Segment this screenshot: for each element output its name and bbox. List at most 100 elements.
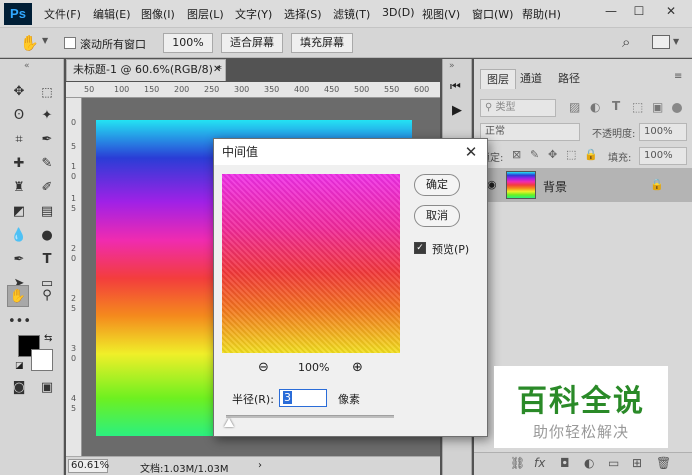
quick-mask-icon[interactable]: ◙ (8, 377, 30, 399)
dodge-tool-icon[interactable]: ● (36, 225, 58, 247)
menu-help[interactable]: 帮助(H) (522, 6, 561, 22)
crop-tool-icon[interactable]: ⌗ (8, 129, 30, 151)
filter-adjust-icon[interactable]: ◐ (590, 100, 600, 114)
search-icon[interactable]: ⌕ (622, 33, 630, 51)
radius-slider-track[interactable] (226, 415, 394, 418)
menu-edit[interactable]: 编辑(E) (93, 6, 131, 22)
ruler-tick: 4 (71, 394, 77, 403)
filter-preview[interactable] (222, 174, 400, 353)
lock-transparent-icon[interactable]: ⊠ (512, 148, 521, 161)
blend-mode-select[interactable]: 正常 (480, 123, 580, 141)
screen-mode-icon[interactable]: ▣ (36, 377, 58, 399)
close-window-button[interactable]: ✕ (656, 0, 686, 22)
hand-tool-icon[interactable]: ✋ (20, 34, 39, 52)
tool-preset-chevron-icon[interactable]: ▼ (42, 36, 48, 45)
dialog-titlebar[interactable]: 中间值 ✕ (214, 139, 487, 165)
menu-3d[interactable]: 3D(D) (382, 6, 415, 19)
filter-toggle-icon[interactable] (672, 103, 682, 113)
hand-tool-active-icon[interactable]: ✋ (7, 285, 29, 307)
tab-layers[interactable]: 图层 (480, 69, 516, 89)
gradient-tool-icon[interactable]: ▤ (36, 201, 58, 223)
brush-tool-icon[interactable]: ✎ (36, 153, 58, 175)
layer-visibility-icon[interactable]: ◉ (487, 178, 497, 191)
opacity-field[interactable]: 100% (639, 123, 687, 141)
filter-shape-icon[interactable]: ⬚ (632, 100, 643, 114)
fill-field[interactable]: 100% (639, 147, 687, 165)
ok-button[interactable]: 确定 (414, 174, 460, 196)
type-tool-icon[interactable]: T (36, 249, 58, 271)
pen-tool-icon[interactable]: ✒ (8, 249, 30, 271)
background-color-swatch[interactable] (31, 349, 53, 371)
panel-menu-icon[interactable]: ≡ (674, 71, 682, 82)
clone-stamp-tool-icon[interactable]: ♜ (8, 177, 30, 199)
close-icon[interactable]: ✕ (461, 142, 481, 162)
history-panel-icon[interactable]: ⏮ (450, 79, 461, 94)
document-tab[interactable]: 未标题-1 @ 60.6%(RGB/8) * ✕ (66, 59, 226, 81)
filter-smart-icon[interactable]: ▣ (652, 100, 663, 114)
menu-filter[interactable]: 滤镜(T) (333, 6, 370, 22)
minimize-button[interactable]: — (598, 0, 624, 22)
zoom-out-icon[interactable]: ⊖ (258, 360, 269, 375)
zoom-status-field[interactable]: 60.61% (68, 459, 109, 473)
more-tools-icon[interactable]: ••• (8, 311, 31, 333)
workspace-chevron-icon[interactable]: ▼ (673, 37, 679, 46)
tab-channels[interactable]: 通道 (514, 69, 548, 89)
layer-thumbnail[interactable] (506, 171, 536, 199)
actions-panel-icon[interactable]: ▶ (452, 103, 462, 118)
close-document-icon[interactable]: ✕ (213, 60, 221, 80)
radius-slider-handle[interactable] (224, 418, 235, 427)
new-layer-icon[interactable]: ⊞ (632, 456, 642, 470)
default-colors-icon[interactable]: ◪ (15, 361, 24, 371)
strip-collapse-icon[interactable]: » (449, 61, 455, 71)
link-icon[interactable]: ⛓ (510, 456, 525, 470)
layer-style-icon[interactable]: fx (534, 456, 545, 470)
ruler-tick: 2 (71, 294, 77, 303)
layer-name[interactable]: 背景 (543, 178, 567, 195)
menu-window[interactable]: 窗口(W) (472, 6, 513, 22)
fill-screen-button[interactable]: 填充屏幕 (291, 33, 353, 53)
marquee-tool-icon[interactable]: ⬚ (36, 81, 58, 103)
history-brush-tool-icon[interactable]: ✐ (36, 177, 58, 199)
menu-image[interactable]: 图像(I) (141, 6, 175, 22)
filter-pixel-icon[interactable]: ▨ (569, 100, 580, 114)
cancel-button[interactable]: 取消 (414, 205, 460, 227)
eraser-tool-icon[interactable]: ◩ (8, 201, 30, 223)
healing-brush-tool-icon[interactable]: ✚ (8, 153, 30, 175)
scroll-all-checkbox[interactable] (64, 37, 76, 49)
radius-input[interactable]: 3 (279, 389, 327, 407)
eyedropper-tool-icon[interactable]: ✒ (36, 129, 58, 151)
add-mask-icon[interactable]: ◘ (560, 456, 570, 470)
lock-pixels-icon[interactable]: ✎ (530, 148, 539, 161)
magic-wand-tool-icon[interactable]: ✦ (36, 105, 58, 127)
move-tool-icon[interactable]: ✥ (8, 81, 30, 103)
status-menu-chevron-icon[interactable]: › (258, 460, 262, 471)
menu-layer[interactable]: 图层(L) (187, 6, 224, 22)
zoom-100-button[interactable]: 100% (163, 33, 213, 53)
menu-type[interactable]: 文字(Y) (235, 6, 272, 22)
blur-tool-icon[interactable]: 💧 (8, 225, 30, 247)
lock-all-icon[interactable]: 🔒 (584, 148, 598, 161)
preview-checkbox[interactable]: ✓ (414, 242, 426, 254)
new-group-icon[interactable]: ▭ (608, 456, 619, 470)
lock-position-icon[interactable]: ✥ (548, 148, 557, 161)
workspace-icon[interactable] (652, 35, 670, 49)
zoom-tool-icon[interactable]: ⚲ (36, 285, 58, 307)
lasso-tool-icon[interactable]: ʘ (8, 105, 30, 127)
tab-paths[interactable]: 路径 (552, 69, 586, 89)
adjustment-layer-icon[interactable]: ◐ (584, 456, 594, 470)
watermark-subtitle: 助你轻松解决 (532, 423, 629, 441)
toolbox-collapse-icon[interactable]: « (24, 61, 30, 71)
filter-type-icon[interactable]: T (612, 99, 620, 113)
menu-file[interactable]: 文件(F) (44, 6, 81, 22)
maximize-button[interactable]: ☐ (626, 0, 652, 22)
menu-select[interactable]: 选择(S) (284, 6, 322, 22)
ruler-tick: 5 (71, 142, 77, 151)
swap-colors-icon[interactable]: ⇆ (44, 333, 52, 344)
layer-filter-select[interactable]: ⚲ 类型 (480, 99, 556, 117)
delete-layer-icon[interactable]: 🗑 (656, 456, 671, 470)
ruler-tick: 5 (71, 304, 77, 313)
lock-artboard-icon[interactable]: ⬚ (566, 148, 576, 161)
fit-screen-button[interactable]: 适合屏幕 (221, 33, 283, 53)
menu-view[interactable]: 视图(V) (422, 6, 460, 22)
zoom-in-icon[interactable]: ⊕ (352, 360, 363, 375)
